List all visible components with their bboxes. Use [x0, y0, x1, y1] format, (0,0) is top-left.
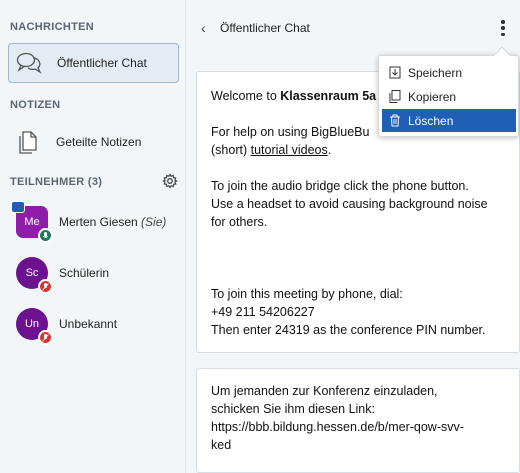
more-options-icon[interactable]	[500, 20, 506, 36]
trash-icon	[382, 114, 408, 127]
self-indicator: (Sie)	[141, 215, 167, 229]
menu-item-label: Löschen	[408, 113, 454, 128]
welcome-line-2: For help on using BigBlueBu	[211, 125, 370, 139]
sidebar-item-label: Geteilte Notizen	[56, 135, 142, 149]
messages-section-title: NACHRICHTEN	[10, 21, 94, 33]
sidebar-item-shared-notes[interactable]: Geteilte Notizen	[8, 122, 179, 162]
invite-line-2: schicken Sie ihm diesen Link:	[211, 402, 375, 416]
text: (short)	[211, 143, 251, 157]
participant-row[interactable]: Me Merten Giesen (Sie)	[11, 201, 181, 243]
avatar-initials: Un	[24, 318, 40, 330]
tutorial-videos-link[interactable]: tutorial videos	[251, 143, 328, 157]
microphone-muted-icon	[38, 279, 53, 294]
download-icon	[382, 66, 408, 79]
welcome-line-4: To join the audio bridge click the phone…	[211, 179, 469, 193]
settings-gear-icon[interactable]	[162, 173, 178, 194]
menu-item-label: Kopieren	[408, 89, 457, 104]
avatar: Un	[16, 308, 53, 345]
invite-link[interactable]: https://bbb.bildung.hessen.de/b/mer-qow-…	[211, 418, 464, 436]
invite-link-end[interactable]: ked	[211, 436, 231, 454]
chat-options-menu: Speichern Kopieren Löschen	[378, 46, 519, 137]
copy-icon	[382, 90, 408, 103]
participant-name: Merten Giesen (Sie)	[59, 215, 166, 229]
sidebar-item-label: Öffentlicher Chat	[57, 56, 147, 70]
room-name: Klassenraum 5a	[280, 89, 377, 103]
welcome-line-1: Welcome to Klassenraum 5a	[211, 87, 376, 105]
chat-title[interactable]: Öffentlicher Chat	[220, 21, 310, 35]
sidebar-item-public-chat[interactable]: Öffentlicher Chat	[8, 43, 179, 83]
participant-row[interactable]: Un Unbekannt	[16, 304, 181, 345]
chevron-left-icon[interactable]: ‹	[201, 20, 206, 36]
welcome-line-8: +49 211 54206227	[211, 305, 315, 319]
participant-row[interactable]: Sc Schülerin	[16, 253, 181, 294]
welcome-line-5: Use a headset to avoid causing backgroun…	[211, 197, 488, 211]
invite-message: Um jemanden zur Konferenz einzuladen, sc…	[196, 368, 520, 473]
welcome-line-3: (short) tutorial videos.	[211, 141, 331, 159]
chat-bubbles-icon	[9, 44, 49, 82]
avatar: Sc	[16, 257, 53, 294]
text: .	[327, 143, 332, 157]
chat-header: ‹ Öffentlicher Chat	[187, 0, 520, 56]
notes-section-title: NOTIZEN	[10, 99, 61, 111]
welcome-line-6: for others.	[211, 215, 268, 229]
avatar: Me	[11, 201, 53, 243]
participant-name: Schülerin	[59, 266, 110, 280]
presenter-icon	[11, 201, 25, 213]
invite-line-1: Um jemanden zur Konferenz einzuladen,	[211, 384, 438, 398]
participants-section-title: TEILNEHMER (3)	[10, 176, 103, 188]
microphone-icon	[38, 228, 53, 243]
welcome-prefix: Welcome to	[211, 89, 281, 103]
menu-item-label: Speichern	[408, 65, 463, 80]
menu-item-delete[interactable]: Löschen	[382, 109, 516, 132]
welcome-line-7: To join this meeting by phone, dial:	[211, 287, 403, 301]
microphone-muted-icon	[38, 330, 53, 345]
menu-item-copy[interactable]: Kopieren	[382, 85, 516, 108]
welcome-line-9: Then enter 24319 as the conference PIN n…	[211, 323, 486, 337]
menu-item-save[interactable]: Speichern	[382, 61, 516, 84]
participant-name-text: Merten Giesen	[59, 215, 138, 229]
sidebar: NACHRICHTEN Öffentlicher Chat NOTIZEN Ge…	[0, 0, 186, 473]
documents-icon	[8, 123, 48, 161]
participant-name: Unbekannt	[59, 317, 118, 331]
avatar-initials: Me	[24, 216, 40, 228]
avatar-initials: Sc	[25, 267, 39, 279]
